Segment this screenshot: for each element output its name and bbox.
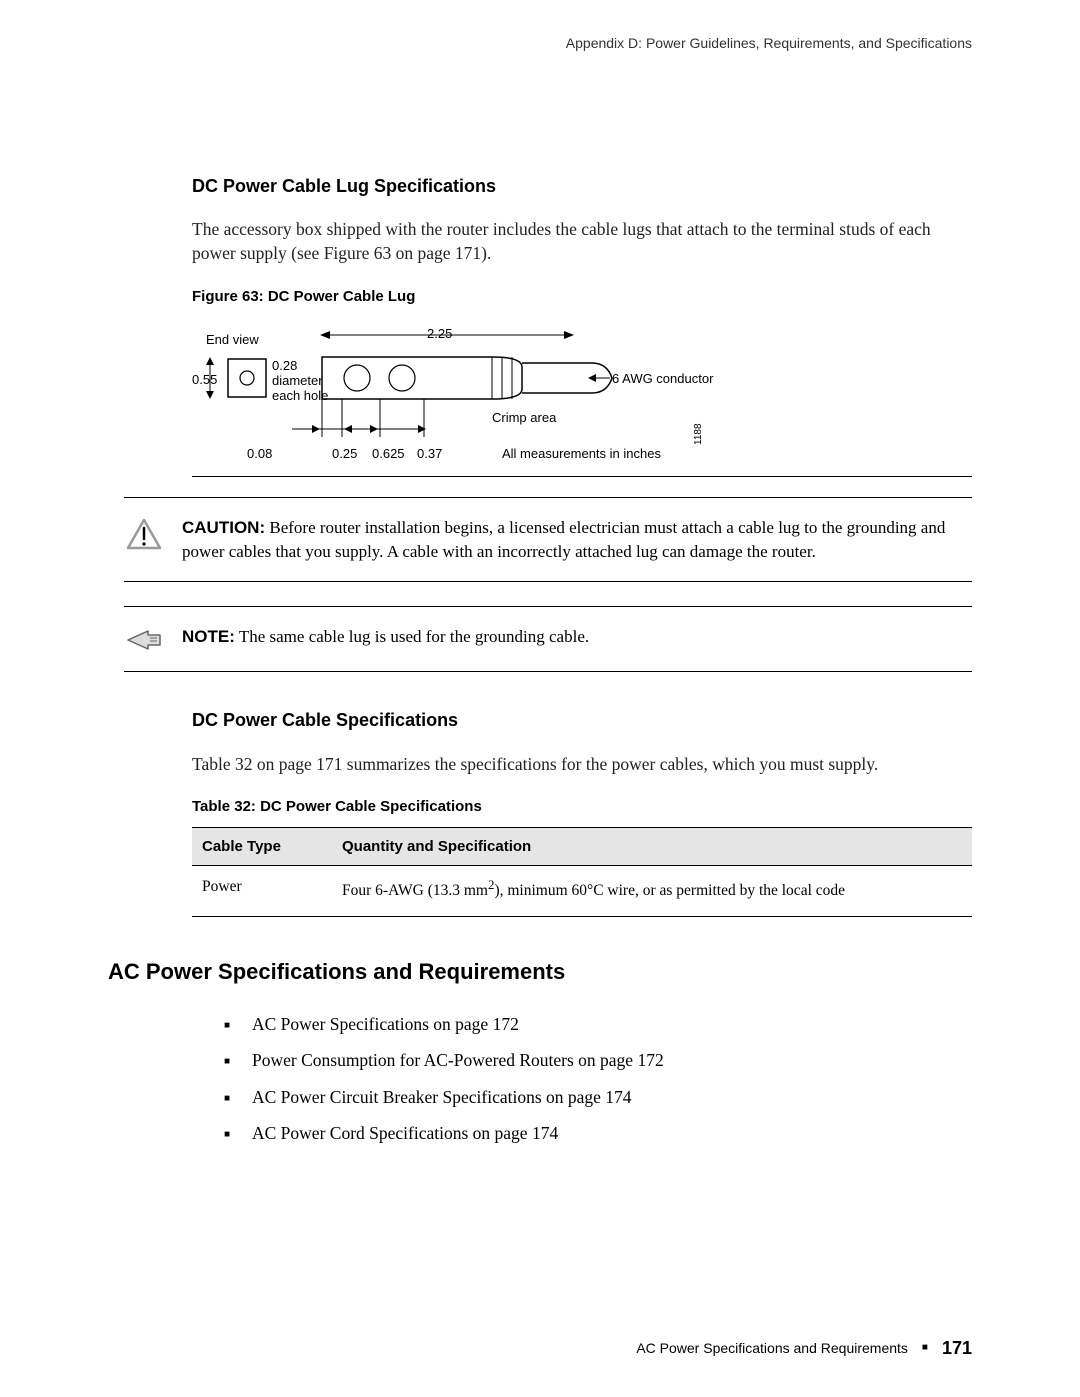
divider — [124, 606, 972, 607]
divider — [124, 581, 972, 582]
label-d3: 0.625 — [372, 445, 405, 463]
td-qty-spec: Four 6-AWG (13.3 mm2), minimum 60°C wire… — [332, 866, 972, 917]
note-block: NOTE: The same cable lug is used for the… — [124, 625, 972, 653]
label-d4: 0.37 — [417, 445, 442, 463]
list-item: AC Power Circuit Breaker Specifications … — [224, 1085, 972, 1110]
th-qty-spec: Quantity and Specification — [332, 828, 972, 866]
para-lug-intro: The accessory box shipped with the route… — [192, 217, 972, 266]
spec-text-a: Four 6-AWG (13.3 mm — [342, 882, 488, 899]
figure-63-caption: Figure 63: DC Power Cable Lug — [192, 286, 972, 307]
para-cable-intro: Table 32 on page 171 summarizes the spec… — [192, 752, 972, 777]
list-item: AC Power Cord Specifications on page 174 — [224, 1121, 972, 1146]
heading-dc-lug-spec: DC Power Cable Lug Specifications — [192, 174, 972, 199]
spec-text-b: ), minimum 60°C wire, or as permitted by… — [494, 882, 845, 899]
footer-page-number: 171 — [942, 1336, 972, 1361]
note-icon — [124, 625, 164, 653]
heading-dc-cable-spec: DC Power Cable Specifications — [192, 708, 972, 733]
figure-63-diagram: End view 0.55 0.28 diameter each hole 2.… — [192, 317, 972, 477]
list-item: Power Consumption for AC-Powered Routers… — [224, 1048, 972, 1073]
label-units: All measurements in inches — [502, 445, 661, 463]
th-cable-type: Cable Type — [192, 828, 332, 866]
label-end-view: End view — [206, 331, 259, 349]
label-diameter-3: each hole — [272, 387, 328, 405]
divider — [124, 671, 972, 672]
label-top-225: 2.25 — [427, 325, 452, 343]
label-d2: 0.25 — [332, 445, 357, 463]
label-height-055: 0.55 — [192, 371, 217, 389]
table-row: Power Four 6-AWG (13.3 mm2), minimum 60°… — [192, 866, 972, 917]
td-cable-type: Power — [192, 866, 332, 917]
table-32-caption: Table 32: DC Power Cable Specifications — [192, 796, 972, 817]
footer-bullet-icon: ■ — [922, 1341, 928, 1355]
label-fig-id: 1188 — [692, 423, 706, 445]
page-footer: AC Power Specifications and Requirements… — [636, 1336, 972, 1361]
note-label: NOTE: — [182, 627, 235, 646]
table-dc-power-cable: Cable Type Quantity and Specification Po… — [192, 827, 972, 917]
heading-ac-power: AC Power Specifications and Requirements — [108, 957, 972, 988]
label-crimp: Crimp area — [492, 409, 556, 427]
caution-icon — [124, 516, 164, 550]
caution-label: CAUTION: — [182, 518, 265, 537]
ac-topic-list: AC Power Specifications on page 172 Powe… — [224, 1012, 972, 1146]
running-header: Appendix D: Power Guidelines, Requiremen… — [108, 34, 972, 54]
label-conductor: 6 AWG conductor — [612, 370, 713, 388]
divider — [124, 497, 972, 498]
note-text: The same cable lug is used for the groun… — [235, 627, 589, 646]
list-item: AC Power Specifications on page 172 — [224, 1012, 972, 1037]
caution-text: Before router installation begins, a lic… — [182, 518, 945, 561]
caution-block: CAUTION: Before router installation begi… — [124, 516, 972, 564]
label-d1: 0.08 — [247, 445, 272, 463]
footer-section: AC Power Specifications and Requirements — [636, 1339, 908, 1359]
